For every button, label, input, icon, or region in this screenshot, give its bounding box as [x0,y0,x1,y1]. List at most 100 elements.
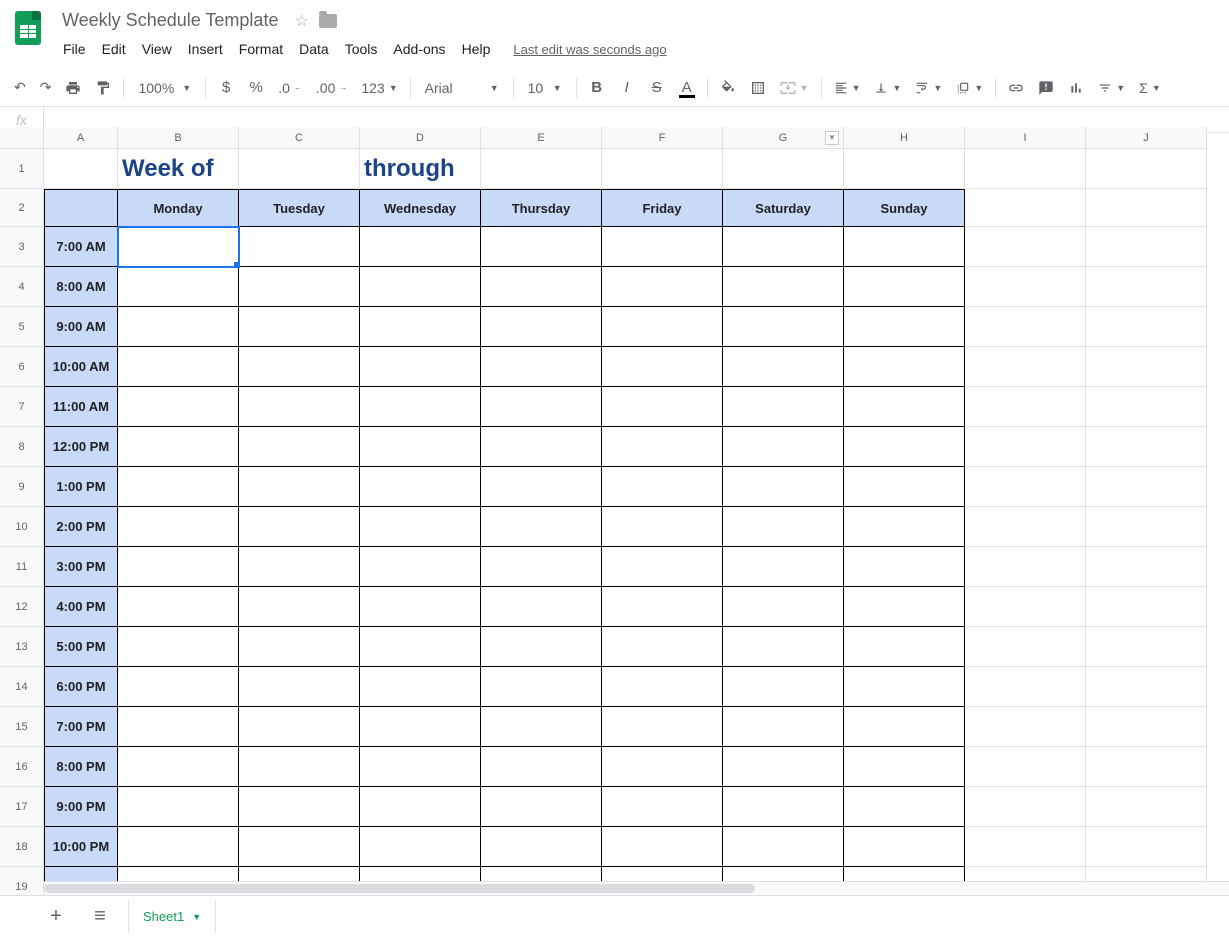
cell-D12[interactable] [360,587,481,627]
cell-B10[interactable] [118,507,239,547]
cell-C1[interactable] [239,149,360,189]
functions-button[interactable]: Σ▼ [1133,74,1167,102]
cell-G5[interactable] [723,307,844,347]
cell-C17[interactable] [239,787,360,827]
cell-G9[interactable] [723,467,844,507]
cell-J2[interactable] [1086,189,1207,227]
row-header-15[interactable]: 15 [0,707,44,747]
cell-E1[interactable] [481,149,602,189]
cell-E6[interactable] [481,347,602,387]
cell-J4[interactable] [1086,267,1207,307]
row-header-7[interactable]: 7 [0,387,44,427]
cell-I5[interactable] [965,307,1086,347]
cell-B7[interactable] [118,387,239,427]
cell-I6[interactable] [965,347,1086,387]
cell-F18[interactable] [602,827,723,867]
cell-C8[interactable] [239,427,360,467]
cell-B15[interactable] [118,707,239,747]
time-cell-9[interactable]: 1:00 PM [44,467,118,507]
cell-I11[interactable] [965,547,1086,587]
cell-B5[interactable] [118,307,239,347]
cell-H14[interactable] [844,667,965,707]
menu-format[interactable]: Format [232,37,290,61]
cell-E13[interactable] [481,627,602,667]
cell-B1[interactable]: Week of [118,149,239,189]
column-header-B[interactable]: B [118,127,239,149]
decrease-decimal-button[interactable]: .0← [272,74,308,102]
cell-J14[interactable] [1086,667,1207,707]
cell-I18[interactable] [965,827,1086,867]
zoom-select[interactable]: 100%▼ [130,74,199,102]
cell-C9[interactable] [239,467,360,507]
column-header-G[interactable]: G▼ [723,127,844,149]
cell-C10[interactable] [239,507,360,547]
cell-H17[interactable] [844,787,965,827]
cell-F8[interactable] [602,427,723,467]
menu-help[interactable]: Help [455,37,498,61]
time-cell-11[interactable]: 3:00 PM [44,547,118,587]
cell-C7[interactable] [239,387,360,427]
cell-G4[interactable] [723,267,844,307]
currency-button[interactable]: $ [212,74,240,102]
cell-H16[interactable] [844,747,965,787]
cell-H4[interactable] [844,267,965,307]
cell-E8[interactable] [481,427,602,467]
cell-C6[interactable] [239,347,360,387]
cell-E5[interactable] [481,307,602,347]
cell-H3[interactable] [844,227,965,267]
cell-D11[interactable] [360,547,481,587]
cell-H18[interactable] [844,827,965,867]
cell-I8[interactable] [965,427,1086,467]
cell-D10[interactable] [360,507,481,547]
cell-I7[interactable] [965,387,1086,427]
cell-G13[interactable] [723,627,844,667]
paint-format-button[interactable] [89,74,117,102]
cell-E17[interactable] [481,787,602,827]
cell-G7[interactable] [723,387,844,427]
menu-file[interactable]: File [56,37,93,61]
column-header-D[interactable]: D [360,127,481,149]
column-header-C[interactable]: C [239,127,360,149]
cell-H8[interactable] [844,427,965,467]
cell-E3[interactable] [481,227,602,267]
document-title[interactable]: Weekly Schedule Template [56,8,284,33]
time-cell-17[interactable]: 9:00 PM [44,787,118,827]
cell-F3[interactable] [602,227,723,267]
cell-I15[interactable] [965,707,1086,747]
v-align-button[interactable]: ▼ [868,74,907,102]
row-header-19[interactable]: 19 [0,867,44,895]
column-header-E[interactable]: E [481,127,602,149]
cell-B4[interactable] [118,267,239,307]
column-header-A[interactable]: A [44,127,118,149]
cell-J17[interactable] [1086,787,1207,827]
cell-D16[interactable] [360,747,481,787]
format-select[interactable]: 123▼ [355,74,403,102]
menu-add-ons[interactable]: Add-ons [386,37,452,61]
cell-F15[interactable] [602,707,723,747]
cell-G2[interactable]: Saturday [723,189,844,227]
time-cell-16[interactable]: 8:00 PM [44,747,118,787]
menu-edit[interactable]: Edit [95,37,133,61]
filter-button[interactable]: ▼ [1092,74,1131,102]
increase-decimal-button[interactable]: .00→ [310,74,353,102]
cell-G12[interactable] [723,587,844,627]
add-sheet-button[interactable]: + [40,901,72,933]
text-color-button[interactable]: A [673,74,701,102]
row-header-4[interactable]: 4 [0,267,44,307]
cell-H6[interactable] [844,347,965,387]
cell-B6[interactable] [118,347,239,387]
row-header-18[interactable]: 18 [0,827,44,867]
cell-B2[interactable]: Monday [118,189,239,227]
cell-C14[interactable] [239,667,360,707]
row-header-6[interactable]: 6 [0,347,44,387]
cell-E11[interactable] [481,547,602,587]
cell-H11[interactable] [844,547,965,587]
merge-button[interactable]: ▼ [774,74,815,102]
cell-E18[interactable] [481,827,602,867]
column-header-F[interactable]: F [602,127,723,149]
cell-C16[interactable] [239,747,360,787]
select-all-corner[interactable] [0,127,44,149]
cell-J15[interactable] [1086,707,1207,747]
cell-I1[interactable] [965,149,1086,189]
time-cell-12[interactable]: 4:00 PM [44,587,118,627]
